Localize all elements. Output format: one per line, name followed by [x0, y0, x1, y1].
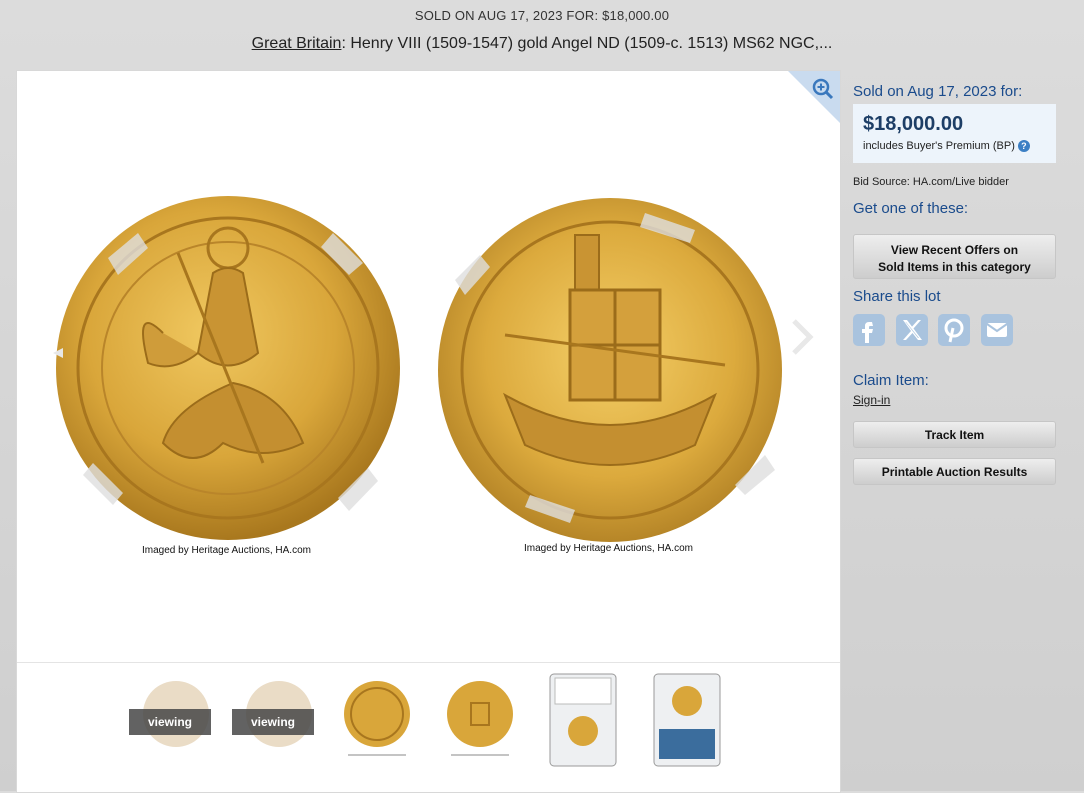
category-link[interactable]: Great Britain	[252, 35, 342, 52]
zoom-in-icon[interactable]	[788, 71, 840, 123]
help-icon[interactable]: ?	[1017, 140, 1030, 153]
obverse-thumb-2[interactable]	[342, 679, 412, 763]
coin-reverse-image	[438, 198, 782, 542]
slab-back-thumb[interactable]	[653, 673, 723, 769]
thumbnail-strip: viewing viewing	[17, 663, 840, 792]
viewing-badge: viewing	[232, 709, 314, 735]
sign-in-link[interactable]: Sign-in	[853, 393, 890, 407]
main-panel: Imaged by Heritage Auctions, HA.com Imag…	[16, 70, 841, 793]
printable-results-button[interactable]: Printable Auction Results	[853, 458, 1056, 485]
slab-front-thumb[interactable]	[549, 673, 619, 769]
lot-title-text: : Henry VIII (1509-1547) gold Angel ND (…	[341, 35, 833, 52]
buyers-premium-note: includes Buyer's Premium (BP)?	[863, 140, 1030, 153]
viewing-badge: viewing	[129, 709, 211, 735]
x-twitter-icon[interactable]	[896, 314, 928, 346]
track-item-button[interactable]: Track Item	[853, 421, 1056, 448]
chevron-right-icon[interactable]	[786, 317, 816, 357]
sold-on-label: Sold on Aug 17, 2023 for:	[853, 83, 1023, 100]
pinterest-icon[interactable]	[938, 314, 970, 346]
view-recent-offers-button[interactable]: View Recent Offers on Sold Items in this…	[853, 234, 1056, 279]
lot-title: Great Britain: Henry VIII (1509-1547) go…	[0, 35, 1084, 53]
sale-price: $18,000.00	[863, 113, 964, 135]
bid-source: Bid Source: HA.com/Live bidder	[853, 176, 1009, 188]
reverse-thumb-2[interactable]	[445, 679, 515, 763]
sold-status: SOLD ON AUG 17, 2023 FOR: $18,000.00	[414, 8, 670, 23]
coin-obverse-image	[53, 196, 400, 540]
share-heading: Share this lot	[853, 288, 941, 305]
sale-info-sidebar: Sold on Aug 17, 2023 for: $18,000.00 inc…	[853, 70, 1063, 485]
image-credit-reverse: Imaged by Heritage Auctions, HA.com	[524, 543, 693, 554]
image-viewer[interactable]: Imaged by Heritage Auctions, HA.com Imag…	[17, 71, 840, 663]
price-box: $18,000.00 includes Buyer's Premium (BP)…	[853, 104, 1056, 163]
facebook-icon[interactable]	[853, 314, 885, 346]
get-one-heading: Get one of these:	[853, 200, 969, 217]
obverse-thumb[interactable]: viewing	[129, 679, 211, 763]
reverse-thumb[interactable]: viewing	[232, 679, 314, 763]
image-credit-obverse: Imaged by Heritage Auctions, HA.com	[142, 545, 311, 556]
email-icon[interactable]	[981, 314, 1013, 346]
claim-item-heading: Claim Item:	[853, 372, 929, 389]
